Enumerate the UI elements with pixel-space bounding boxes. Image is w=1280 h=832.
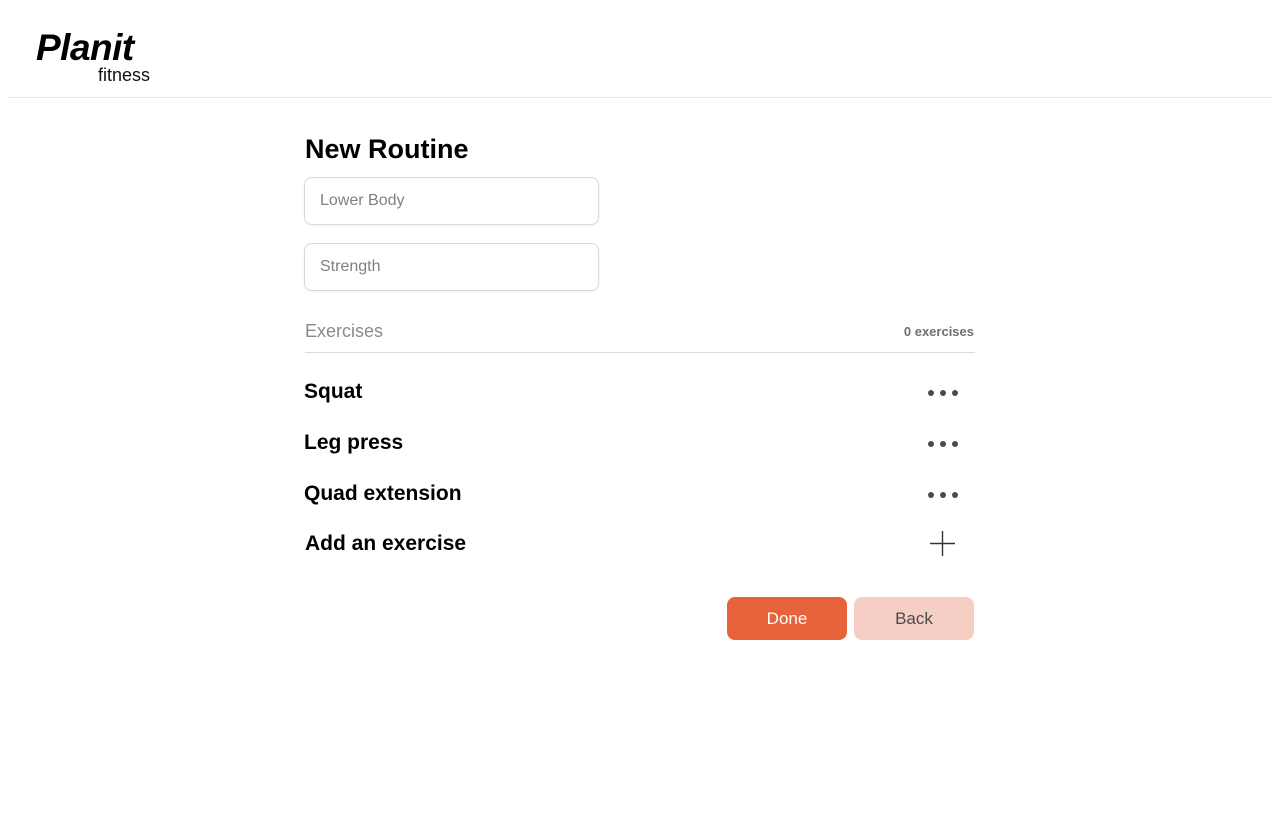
routine-name-input[interactable] [304, 177, 599, 225]
exercise-count: 0 exercises [903, 324, 974, 339]
dot [928, 441, 934, 447]
done-button[interactable]: Done [727, 597, 847, 640]
dot [928, 390, 934, 396]
routine-type-input[interactable] [304, 243, 599, 291]
more-options-icon[interactable] [926, 379, 960, 407]
brand-subtitle: fitness [97, 65, 150, 85]
dot [928, 492, 934, 498]
dot [952, 390, 958, 396]
top-header: Planit fitness [7, 0, 1273, 98]
brand-logo[interactable]: Planit fitness [36, 28, 151, 86]
more-options-icon[interactable] [926, 481, 960, 509]
exercise-row-quad-extension: Quad extension [304, 475, 975, 515]
exercises-section-header: Exercises 0 exercises [305, 317, 975, 353]
dot [952, 441, 958, 447]
plus-icon[interactable] [930, 531, 955, 556]
back-button[interactable]: Back [854, 597, 974, 640]
exercise-row-squat: Squat [304, 373, 975, 413]
dot [940, 492, 946, 498]
exercise-name: Squat [304, 380, 363, 403]
exercise-name: Leg press [304, 431, 404, 454]
more-options-icon[interactable] [926, 430, 960, 458]
dot [940, 441, 946, 447]
exercises-section-title: Exercises [305, 321, 384, 341]
brand-name: Planit [36, 27, 134, 68]
exercise-row-leg-press: Leg press [304, 424, 975, 464]
page-title: New Routine [305, 134, 469, 164]
add-exercise-row[interactable]: Add an exercise [305, 529, 975, 561]
add-exercise-label: Add an exercise [305, 532, 467, 555]
dot [940, 390, 946, 396]
exercise-name: Quad extension [304, 482, 462, 505]
dot [952, 492, 958, 498]
